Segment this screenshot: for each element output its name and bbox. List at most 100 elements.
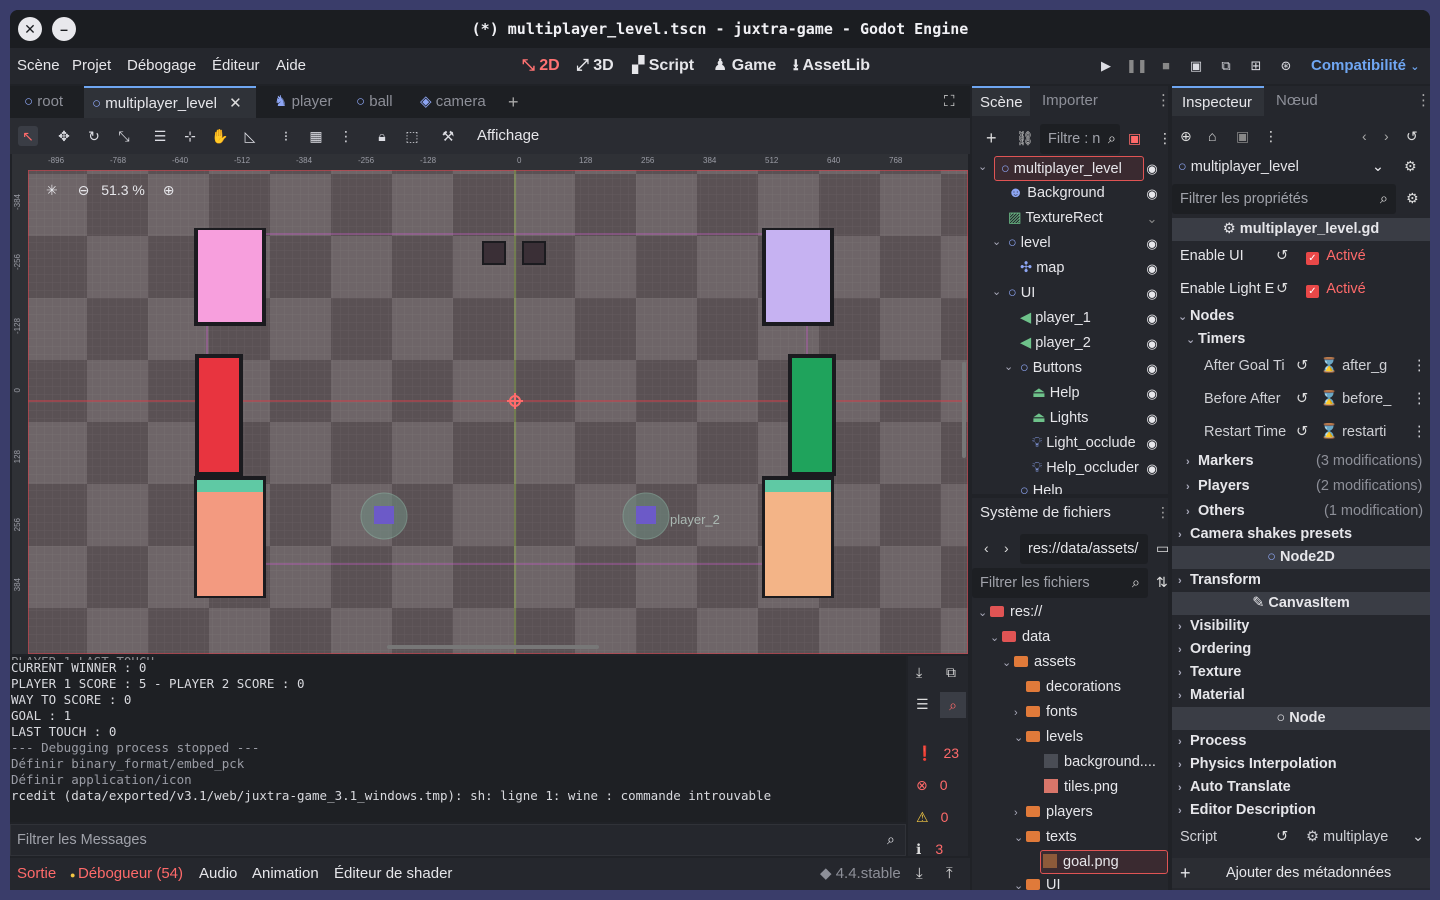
zoom-in-icon[interactable]: ⊕ xyxy=(163,182,175,198)
pause-icon[interactable]: ❚❚ xyxy=(1126,56,1148,76)
ruler-mode-icon[interactable]: ◺ xyxy=(240,126,260,146)
lock-icon[interactable]: 🔒︎ xyxy=(372,126,392,146)
errors-filter[interactable]: ⊗ 0 xyxy=(908,770,968,800)
add-metadata-button[interactable]: + Ajouter des métadonnées xyxy=(1172,858,1430,888)
menu-scene[interactable]: Scène xyxy=(17,48,60,84)
tab-import[interactable]: Importer xyxy=(1042,86,1098,116)
signal-visibility-icon[interactable]: ◉ xyxy=(1144,411,1160,427)
play-custom-scene-icon[interactable]: ⊞ xyxy=(1246,56,1266,76)
before-after-timer[interactable]: ⌛ before_ xyxy=(1320,388,1410,411)
pin-icon[interactable]: ⤓ xyxy=(916,664,922,681)
more-icon[interactable]: ⋮ xyxy=(1412,355,1427,378)
history-back-icon[interactable]: ‹ xyxy=(1362,128,1367,144)
stop-icon[interactable]: ■ xyxy=(1156,56,1176,76)
move-mode-icon[interactable]: ✥ xyxy=(54,126,74,146)
search-toggle-icon[interactable]: ⌕ xyxy=(940,692,966,718)
mode-3d[interactable]: ⤢ 3D xyxy=(576,48,614,84)
chevron-down-icon[interactable]: ⌄ xyxy=(1412,826,1424,849)
revert-icon[interactable]: ↺ xyxy=(1296,421,1308,444)
link-icon[interactable]: ⛓ xyxy=(1016,130,1034,147)
layout-toggle-icon[interactable]: ▭ xyxy=(1156,540,1169,557)
tree-node-player-1[interactable]: ◀ player_1 xyxy=(1020,306,1091,331)
visibility-icon[interactable]: ◉ xyxy=(1144,161,1160,177)
more-options-icon[interactable]: ⋮ xyxy=(336,126,356,146)
add-tab-button[interactable]: + xyxy=(508,86,528,118)
restart-timer[interactable]: ⌛ restarti xyxy=(1320,421,1410,444)
add-node-icon[interactable]: + xyxy=(986,128,997,149)
fs-item-res[interactable]: ⌄ res:// xyxy=(978,600,1042,625)
play-icon[interactable]: ▶ xyxy=(1096,56,1116,76)
group-editor-description[interactable]: › Editor Description xyxy=(1172,799,1430,822)
group-nodes[interactable]: ⌄ Nodes xyxy=(1172,305,1430,328)
scale-mode-icon[interactable]: ⤡ xyxy=(114,126,134,146)
dock-menu-icon[interactable]: ⋮ xyxy=(1156,86,1171,116)
tab-shader-editor[interactable]: Éditeur de shader xyxy=(334,858,452,890)
tree-node-texturerect[interactable]: ▨ TextureRect xyxy=(1008,206,1103,231)
copy-icon[interactable]: ⧉ xyxy=(946,664,956,681)
tab-root[interactable]: ○ root xyxy=(16,86,78,118)
more-icon[interactable]: ⋮ xyxy=(1412,421,1427,444)
menu-debug[interactable]: Débogage xyxy=(127,48,196,84)
group-camera-shakes[interactable]: › Camera shakes presets xyxy=(1172,523,1430,546)
warnings-filter[interactable]: ⚠ 0 xyxy=(908,802,968,832)
fs-item-goal[interactable]: goal.png xyxy=(1040,850,1168,874)
signal-visibility-icon[interactable]: ◉ xyxy=(1144,386,1160,402)
grid-snap-icon[interactable]: ▦ xyxy=(306,126,326,146)
tab-camera[interactable]: ◈ camera xyxy=(414,86,502,118)
pan-mode-icon[interactable]: ✋ xyxy=(210,126,230,146)
group-process[interactable]: › Process xyxy=(1172,730,1430,753)
back-icon[interactable]: ‹ xyxy=(984,540,989,556)
mode-assetlib[interactable]: ⭳ AssetLib xyxy=(793,48,870,84)
fs-item-background[interactable]: background.... xyxy=(1044,750,1156,775)
output-console[interactable]: PLAYER 1 LAST TOUCH CURRENT WINNER : 0 P… xyxy=(10,654,906,822)
fs-item-decorations[interactable]: decorations xyxy=(1014,675,1121,700)
group-auto-translate[interactable]: › Auto Translate xyxy=(1172,776,1430,799)
tab-inspector[interactable]: Inspecteur xyxy=(1172,86,1264,116)
sort-icon[interactable]: ⇅ xyxy=(1156,574,1168,591)
mode-2d[interactable]: ⤡ 2D xyxy=(522,48,560,84)
view-menu[interactable]: Affichage xyxy=(477,118,539,154)
forward-icon[interactable]: › xyxy=(1004,540,1009,556)
close-window-button[interactable]: ✕ xyxy=(18,17,42,41)
mode-script[interactable]: ▞ Script xyxy=(632,48,694,84)
dock-menu-icon[interactable]: ⋮ xyxy=(1156,504,1170,521)
tab-audio[interactable]: Audio xyxy=(199,858,237,890)
expand-panel-icon[interactable]: ⤒ xyxy=(946,858,953,890)
group-icon[interactable]: ⬚ xyxy=(402,126,422,146)
filter-settings-icon[interactable]: ⚙ xyxy=(1406,190,1419,207)
new-resource-icon[interactable]: ⊕ xyxy=(1180,128,1192,145)
menu-help[interactable]: Aide xyxy=(276,48,306,84)
property-filter-input[interactable]: Filtrer les propriétés ⌕ xyxy=(1172,184,1396,214)
group-physics-interpolation[interactable]: › Physics Interpolation xyxy=(1172,753,1430,776)
group-players[interactable]: › Players (2 modifications) xyxy=(1172,475,1430,498)
tree-node-map[interactable]: ✣ map xyxy=(1020,256,1064,281)
collapse-arrow-icon[interactable]: ⌄ xyxy=(978,160,987,173)
save-icon[interactable]: ▣ xyxy=(1236,128,1249,145)
more-icon[interactable]: ⋮ xyxy=(1158,130,1172,147)
tree-node-player-2[interactable]: ◀ player_2 xyxy=(1020,331,1091,356)
enable-light-checkbox[interactable]: ✓ Activé xyxy=(1306,278,1366,301)
distraction-free-icon[interactable]: ⛶ xyxy=(944,86,964,118)
attach-script-icon[interactable]: ▣ xyxy=(1128,130,1141,147)
movie-maker-icon[interactable]: ⊛ xyxy=(1276,56,1296,76)
visibility-icon[interactable]: ◉ xyxy=(1144,236,1160,252)
zoom-level[interactable]: 51.3 % xyxy=(101,182,145,198)
center-view-icon[interactable]: ✳ xyxy=(46,182,58,198)
tab-player[interactable]: ♞ player xyxy=(266,86,346,118)
collapse-arrow-icon[interactable]: ⌄ xyxy=(992,235,1001,248)
script-resource[interactable]: ⚙ multiplaye xyxy=(1306,826,1388,849)
menu-project[interactable]: Projet xyxy=(72,48,111,84)
tree-node-lights[interactable]: ⏏ Lights xyxy=(1032,406,1088,431)
visibility-icon[interactable]: ◉ xyxy=(1144,186,1160,202)
minimize-window-button[interactable]: – xyxy=(52,17,76,41)
visibility-icon[interactable]: ◉ xyxy=(1144,361,1160,377)
node-options-icon[interactable]: ⚙ xyxy=(1404,158,1417,175)
tab-node[interactable]: Nœud xyxy=(1276,86,1318,116)
visibility-icon[interactable]: ◉ xyxy=(1144,436,1160,452)
tree-node-help[interactable]: ⏏ Help xyxy=(1032,381,1080,406)
visibility-icon[interactable]: ◉ xyxy=(1144,261,1160,277)
open-folder-icon[interactable]: ⌂ xyxy=(1208,128,1216,144)
menu-editor[interactable]: Éditeur xyxy=(212,48,260,84)
collapse-arrow-icon[interactable]: ⌄ xyxy=(992,285,1001,298)
collapse-arrow-icon[interactable]: ⌄ xyxy=(1004,360,1013,373)
